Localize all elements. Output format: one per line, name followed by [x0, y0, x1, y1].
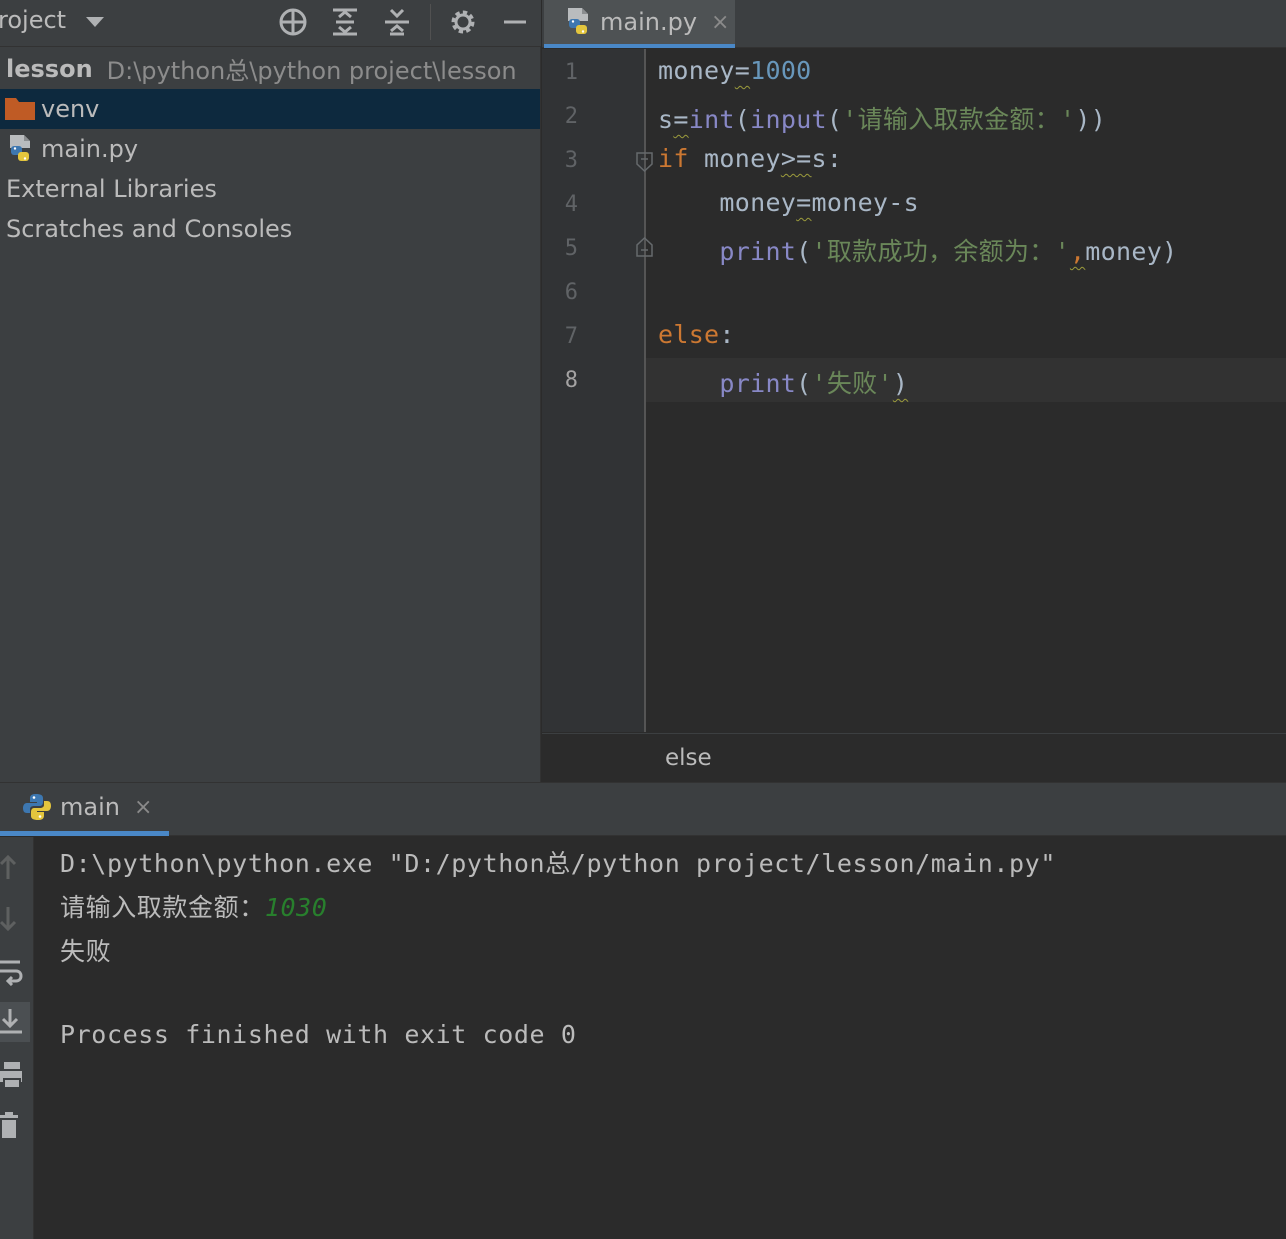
code-line-5: print('取款成功，余额为：',money) [719, 237, 1178, 266]
tree-item-external-libraries[interactable]: External Libraries [0, 169, 540, 209]
console-user-input: 1030 [264, 893, 328, 922]
tree-item-label: main.py [41, 135, 139, 163]
tab-run-main[interactable]: main × [0, 783, 169, 836]
code-line-2: s=int(input('请输入取款金额：')) [658, 105, 1107, 134]
fold-start-icon[interactable] [636, 152, 653, 173]
run-toolbar [0, 837, 34, 1239]
tree-item-scratches-and-consoles[interactable]: Scratches and Consoles [0, 209, 540, 249]
expand-all-icon[interactable] [329, 6, 361, 38]
line-number: 1 [564, 60, 578, 85]
close-icon[interactable]: × [711, 10, 729, 35]
up-arrow-icon[interactable] [0, 847, 30, 887]
console-output-line: 失败 [60, 937, 112, 966]
minimize-icon[interactable] [499, 6, 531, 38]
folder-icon [5, 98, 35, 120]
gear-icon[interactable] [447, 6, 479, 38]
line-number: 2 [564, 104, 578, 129]
python-file-icon [566, 7, 594, 37]
tree-item-label: External Libraries [6, 175, 217, 203]
line-number: 4 [564, 192, 578, 217]
code-line-3: if money>=s: [658, 144, 843, 173]
tree-root-node[interactable]: lesson D:\python总\python project\lesson [0, 48, 540, 89]
code-line-8: print('失败') [719, 369, 909, 398]
print-icon[interactable] [0, 1055, 30, 1095]
python-file-icon [8, 134, 36, 164]
console-exit-message: Process finished with exit code 0 [60, 1020, 577, 1049]
tree-item-label: venv [41, 95, 100, 123]
console-prompt: 请输入取款金额： [60, 893, 265, 922]
code-line-4: money=money-s [658, 188, 919, 217]
scroll-to-end-icon[interactable] [0, 1002, 30, 1042]
down-arrow-icon[interactable] [0, 899, 30, 939]
code-line-7: else: [658, 320, 735, 349]
python-icon [22, 792, 52, 822]
project-view-title[interactable]: roject [0, 6, 66, 34]
tree-item-label: Scratches and Consoles [6, 215, 293, 243]
run-tool-window-header: main × [0, 782, 1286, 836]
tab-label: main [60, 793, 120, 821]
tab-main-py[interactable]: main.py × [544, 0, 735, 48]
project-root-path: D:\python总\python project\lesson [106, 57, 517, 85]
console-command-line: D:\python\python.exe "D:/python总/python … [60, 849, 1056, 878]
breadcrumb-item[interactable]: else [665, 745, 712, 771]
line-number-current: 8 [564, 368, 578, 393]
line-number: 3 [564, 148, 578, 173]
toolbar-separator [430, 4, 431, 40]
tree-item-venv[interactable]: venv [0, 89, 540, 129]
trash-icon[interactable] [0, 1105, 30, 1145]
locate-icon[interactable] [277, 6, 309, 38]
project-tool-window: roject lesson D:\python总\python project\… [0, 0, 541, 782]
line-number: 6 [564, 280, 578, 305]
collapse-all-icon[interactable] [381, 6, 413, 38]
chevron-down-icon[interactable] [86, 17, 104, 27]
breadcrumb: else [542, 733, 1286, 782]
console-prompt-line: 请输入取款金额：1030 [60, 888, 327, 924]
project-toolbar: roject [0, 0, 541, 47]
soft-wrap-icon[interactable] [0, 951, 30, 991]
tab-label: main.py [600, 8, 698, 36]
line-number: 7 [564, 324, 578, 349]
project-root-name: lesson [6, 54, 93, 83]
editor-tab-bar: main.py × [542, 0, 1286, 48]
code-line-1: money=1000 [658, 56, 812, 85]
close-icon[interactable]: × [134, 795, 152, 820]
tree-item-main-py[interactable]: main.py [0, 129, 540, 169]
line-number: 5 [564, 236, 578, 261]
fold-end-icon[interactable] [636, 236, 653, 257]
